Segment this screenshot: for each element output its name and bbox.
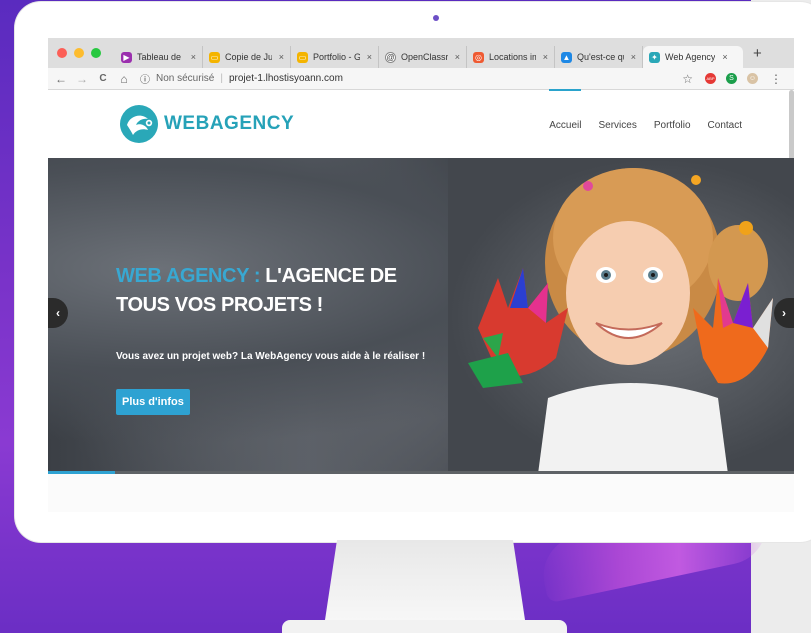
next-section xyxy=(48,474,794,512)
tab-favicon-icon: ▲ xyxy=(561,51,572,63)
forward-icon[interactable]: → xyxy=(74,72,90,86)
toolbar-icons: ☆ ABP S ☺ ⋮ xyxy=(682,72,782,86)
tab-label: Web Agency xyxy=(665,52,716,62)
logo-text: WEBAGENCY xyxy=(164,113,295,134)
new-tab-button[interactable]: + xyxy=(753,45,762,62)
hero-title-accent: WEB AGENCY : xyxy=(116,265,261,287)
tab-close-icon[interactable]: × xyxy=(367,52,372,62)
more-info-button[interactable]: Plus d'infos xyxy=(116,389,190,415)
tab-favicon-icon: ▶ xyxy=(121,51,132,63)
browser-window: ▶ Tableau de b × ▭ Copie de Juli × ▭ Portfolio … xyxy=(48,38,794,512)
menu-icon[interactable]: ⋮ xyxy=(770,72,782,86)
hero-title: WEB AGENCY : L'AGENCE DE TOUS VOS PROJET… xyxy=(116,262,446,320)
home-icon[interactable]: ⌂ xyxy=(116,72,132,86)
tab-favicon-icon: @ xyxy=(385,51,396,63)
nav-item-contact[interactable]: Contact xyxy=(708,120,742,131)
tab-list: ▶ Tableau de b × ▭ Copie de Juli × ▭ Portfolio … xyxy=(115,38,743,68)
adblock-icon[interactable]: ABP xyxy=(705,73,716,84)
browser-tab[interactable]: ▭ Portfolio - Go × xyxy=(291,46,379,68)
extension-avatar-icon[interactable]: ☺ xyxy=(747,73,758,84)
maximize-window-button[interactable] xyxy=(91,48,101,58)
browser-tab[interactable]: ▭ Copie de Juli × xyxy=(203,46,291,68)
reload-icon[interactable]: C xyxy=(95,73,111,84)
tab-label: Portfolio - Go xyxy=(313,52,360,62)
hero-girl-image xyxy=(468,168,773,474)
chevron-right-icon: › xyxy=(782,306,786,320)
nav-item-services[interactable]: Services xyxy=(598,120,636,131)
tab-favicon-icon: ▭ xyxy=(209,51,220,63)
tab-close-icon[interactable]: × xyxy=(722,52,727,62)
browser-tab[interactable]: ▲ Qu'est-ce qu × xyxy=(555,46,643,68)
page-scrollbar[interactable] xyxy=(789,90,794,160)
nav-item-portfolio[interactable]: Portfolio xyxy=(654,120,691,131)
site-logo[interactable]: WEBAGENCY xyxy=(118,103,294,145)
slider-prev-button[interactable]: ‹ xyxy=(48,298,68,328)
tab-label: OpenClassroo xyxy=(401,52,448,62)
site-header: WEBAGENCY Accueil Services Portfolio Contac… xyxy=(48,89,794,158)
url-text: projet-1.lhostisyoann.com xyxy=(228,73,343,84)
hero-subtitle: Vous avez un projet web? La WebAgency vo… xyxy=(116,351,426,362)
info-icon[interactable]: ⓘ xyxy=(140,71,150,86)
chevron-left-icon: ‹ xyxy=(56,306,60,320)
bookmark-star-icon[interactable]: ☆ xyxy=(682,72,693,86)
monitor-stand-base xyxy=(282,620,567,633)
minimize-window-button[interactable] xyxy=(74,48,84,58)
tab-label: Locations imm xyxy=(489,52,536,62)
tab-label: Copie de Juli xyxy=(225,52,272,62)
hero-slider: WEB AGENCY : L'AGENCE DE TOUS VOS PROJET… xyxy=(48,158,794,474)
tab-close-icon[interactable]: × xyxy=(455,52,460,62)
tab-label: Tableau de b xyxy=(137,52,184,62)
browser-tab[interactable]: ✦ Web Agency × xyxy=(643,46,743,68)
browser-tab[interactable]: ◎ Locations imm × xyxy=(467,46,555,68)
monitor-stand xyxy=(325,540,525,620)
main-navigation: Accueil Services Portfolio Contact xyxy=(549,89,742,131)
tab-close-icon[interactable]: × xyxy=(191,52,196,62)
logo-bird-icon xyxy=(120,105,158,143)
address-bar: ← → C ⌂ ⓘ Non sécurisé | projet-1.lhosti… xyxy=(48,68,794,90)
tab-favicon-icon: ▭ xyxy=(297,51,308,63)
tab-close-icon[interactable]: × xyxy=(279,52,284,62)
browser-tab[interactable]: @ OpenClassroo × xyxy=(379,46,467,68)
url-field[interactable]: ⓘ Non sécurisé | projet-1.lhostisyoann.c… xyxy=(140,71,343,86)
tab-favicon-icon: ◎ xyxy=(473,51,484,63)
tab-label: Qu'est-ce qu xyxy=(577,52,624,62)
url-separator: | xyxy=(220,73,223,84)
extension-list: ABP S ☺ xyxy=(705,73,758,84)
tab-close-icon[interactable]: × xyxy=(543,52,548,62)
nav-item-accueil[interactable]: Accueil xyxy=(549,89,582,131)
back-icon[interactable]: ← xyxy=(53,72,69,86)
close-window-button[interactable] xyxy=(57,48,67,58)
tab-favicon-icon: ✦ xyxy=(649,51,660,63)
camera-dot xyxy=(433,15,439,21)
security-label: Non sécurisé xyxy=(156,73,215,84)
tab-close-icon[interactable]: × xyxy=(631,52,636,62)
tab-bar: ▶ Tableau de b × ▭ Copie de Juli × ▭ Portfolio … xyxy=(48,38,794,68)
window-controls xyxy=(57,48,101,58)
browser-tab[interactable]: ▶ Tableau de b × xyxy=(115,46,203,68)
extension-green-icon[interactable]: S xyxy=(726,73,737,84)
